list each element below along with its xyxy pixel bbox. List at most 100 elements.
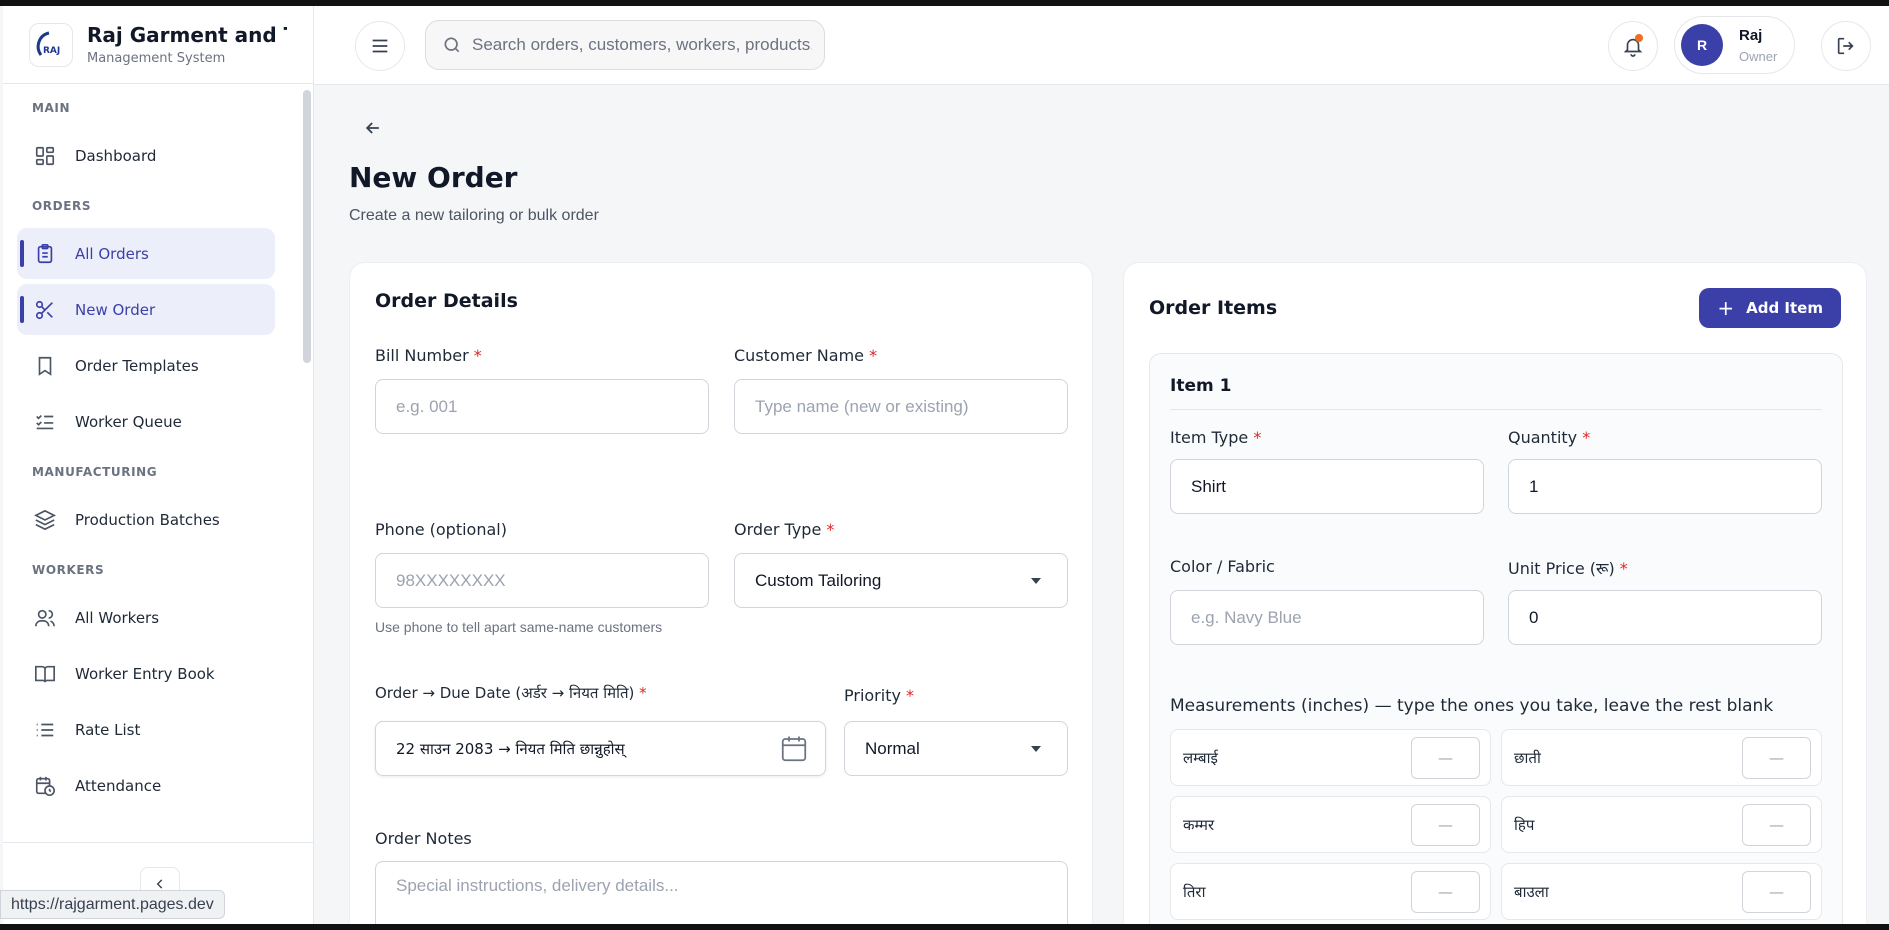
- measurement-label: हिप: [1514, 816, 1535, 834]
- scissors-icon: [33, 298, 57, 322]
- avatar: R: [1681, 24, 1723, 66]
- order-item-card: Item 1 Item Type * Shirt Quantity * 1 Co…: [1149, 353, 1843, 924]
- measurement-input[interactable]: —: [1742, 737, 1811, 779]
- measurement-field: हिप —: [1501, 796, 1822, 853]
- order-type-select[interactable]: Custom Tailoring: [734, 553, 1068, 608]
- notification-dot: [1635, 34, 1643, 42]
- sidebar-item-all-workers[interactable]: All Workers: [17, 592, 275, 643]
- customer-name-label: Customer Name *: [734, 346, 878, 365]
- unit-price-label: Unit Price (रू) *: [1508, 559, 1628, 578]
- item-title: Item 1: [1170, 376, 1232, 396]
- unit-price-input[interactable]: 0: [1508, 590, 1822, 645]
- order-notes-textarea[interactable]: Special instructions, delivery details..…: [375, 861, 1068, 924]
- item-type-label: Item Type *: [1170, 428, 1262, 447]
- order-notes-label: Order Notes: [375, 829, 472, 848]
- item-divider: [1170, 409, 1822, 410]
- svg-text:RAJ: RAJ: [43, 46, 60, 56]
- measurement-input[interactable]: —: [1742, 871, 1811, 913]
- bill-number-label: Bill Number *: [375, 346, 482, 365]
- item-type-input[interactable]: Shirt: [1170, 459, 1484, 514]
- brand-title: Raj Garment and Tailors: [87, 23, 287, 47]
- date-range-value: 22 साउन 2083 → नियत मिति छान्नुहोस्: [396, 739, 625, 758]
- phone-label: Phone (optional): [375, 520, 507, 539]
- date-range-input[interactable]: 22 साउन 2083 → नियत मिति छान्नुहोस्: [375, 721, 826, 776]
- order-type-label: Order Type *: [734, 520, 835, 539]
- search-input[interactable]: [472, 35, 812, 55]
- measurements-title: Measurements (inches) — type the ones yo…: [1170, 696, 1774, 716]
- sidebar-item-attendance[interactable]: Attendance: [17, 760, 275, 811]
- sidebar-item-label: Worker Entry Book: [75, 664, 215, 683]
- order-details-card: Order Details Bill Number * e.g. 001 Cus…: [349, 262, 1093, 924]
- user-menu[interactable]: R Raj Owner: [1674, 16, 1795, 74]
- sidebar-item-label: Rate List: [75, 720, 141, 739]
- order-items-card: Order Items + Add Item Item 1 Item Type …: [1123, 262, 1867, 924]
- sidebar-item-new-order[interactable]: New Order: [17, 284, 275, 335]
- measurement-input[interactable]: —: [1411, 871, 1480, 913]
- customer-name-input[interactable]: Type name (new or existing): [734, 379, 1068, 434]
- top-header: R Raj Owner: [314, 6, 1889, 85]
- sidebar-item-label: New Order: [75, 300, 156, 319]
- chevron-down-icon: [1031, 578, 1041, 584]
- sidebar-item-rate-list[interactable]: Rate List: [17, 704, 275, 755]
- order-type-value: Custom Tailoring: [755, 570, 882, 590]
- user-name: Raj: [1739, 26, 1763, 44]
- measurement-input[interactable]: —: [1742, 804, 1811, 846]
- brand-logo: RAJ: [29, 22, 73, 67]
- color-fabric-input[interactable]: e.g. Navy Blue: [1170, 590, 1484, 645]
- sidebar-item-dashboard[interactable]: Dashboard: [17, 130, 275, 181]
- sidebar-item-label: Worker Queue: [75, 412, 182, 431]
- bill-number-input[interactable]: e.g. 001: [375, 379, 709, 434]
- user-role: Owner: [1739, 48, 1778, 64]
- list-icon: [33, 718, 57, 742]
- logout-icon: [1837, 37, 1854, 55]
- search-icon: [442, 35, 462, 55]
- menu-button[interactable]: [355, 21, 405, 71]
- add-item-button[interactable]: + Add Item: [1699, 288, 1841, 328]
- plus-icon: +: [1717, 296, 1735, 320]
- section-label-main: MAIN: [32, 101, 71, 115]
- search-box[interactable]: [425, 20, 825, 70]
- users-icon: [33, 606, 57, 630]
- sidebar-item-label: All Orders: [75, 244, 149, 263]
- order-details-title: Order Details: [375, 290, 518, 312]
- dashboard-icon: [33, 144, 57, 168]
- measurement-field: कम्मर —: [1170, 796, 1491, 853]
- sidebar-item-order-templates[interactable]: Order Templates: [17, 340, 275, 391]
- sidebar-scrollbar[interactable]: [303, 90, 311, 363]
- measurement-label: लम्बाई: [1183, 749, 1218, 767]
- calendar-icon[interactable]: [779, 734, 809, 768]
- sidebar: RAJ Raj Garment and Tailors Management S…: [3, 6, 314, 924]
- measurement-input[interactable]: —: [1411, 804, 1480, 846]
- measurement-field: लम्बाई —: [1170, 729, 1491, 786]
- sidebar-item-worker-queue[interactable]: Worker Queue: [17, 396, 275, 447]
- measurement-label: कम्मर: [1183, 816, 1215, 834]
- priority-label: Priority *: [844, 686, 915, 705]
- phone-input[interactable]: 98XXXXXXXX: [375, 553, 709, 608]
- status-bar-url: https://rajgarment.pages.dev: [0, 890, 225, 919]
- hamburger-icon: [372, 39, 388, 53]
- notifications-button[interactable]: [1608, 21, 1658, 71]
- quantity-label: Quantity *: [1508, 428, 1591, 447]
- sidebar-item-worker-entry-book[interactable]: Worker Entry Book: [17, 648, 275, 699]
- section-label-workers: WORKERS: [32, 563, 105, 577]
- sidebar-item-label: Production Batches: [75, 510, 220, 529]
- sidebar-item-all-orders[interactable]: All Orders: [17, 228, 275, 279]
- brand-subtitle: Management System: [87, 51, 226, 66]
- measurement-label: बाउला: [1514, 883, 1549, 901]
- back-button[interactable]: [358, 113, 388, 143]
- priority-value: Normal: [865, 738, 920, 758]
- sidebar-item-label: Attendance: [75, 776, 162, 795]
- layers-icon: [33, 508, 57, 532]
- measurement-input[interactable]: —: [1411, 737, 1480, 779]
- section-label-manufacturing: MANUFACTURING: [32, 465, 158, 479]
- page-subtitle: Create a new tailoring or bulk order: [349, 207, 599, 224]
- clipboard-list-icon: [33, 242, 57, 266]
- priority-select[interactable]: Normal: [844, 721, 1068, 776]
- logout-button[interactable]: [1821, 21, 1871, 71]
- chevron-left-icon: [156, 879, 163, 889]
- quantity-input[interactable]: 1: [1508, 459, 1822, 514]
- sidebar-item-production-batches[interactable]: Production Batches: [17, 494, 275, 545]
- phone-hint: Use phone to tell apart same-name custom…: [375, 619, 663, 635]
- section-label-orders: ORDERS: [32, 199, 92, 213]
- brand[interactable]: RAJ Raj Garment and Tailors Management S…: [3, 6, 313, 84]
